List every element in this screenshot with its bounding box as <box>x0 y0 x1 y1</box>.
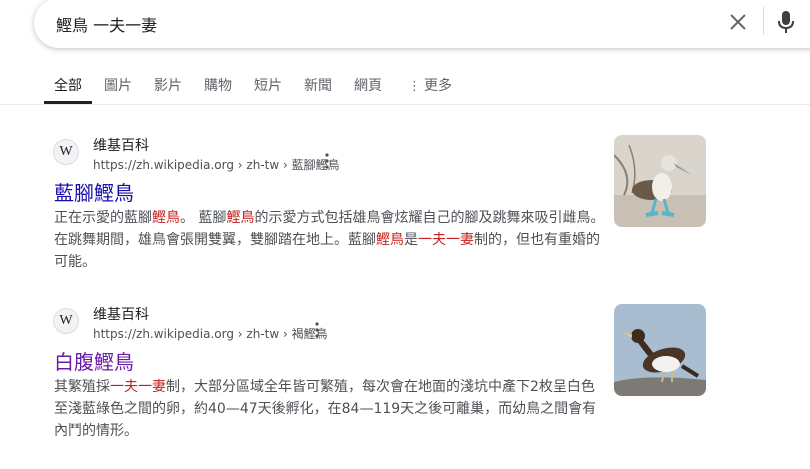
more-vert-icon[interactable] <box>321 152 333 170</box>
search-bar[interactable]: 鰹鳥 一夫一妻 <box>34 0 810 48</box>
search-input[interactable]: 鰹鳥 一夫一妻 <box>56 12 157 36</box>
mic-icon[interactable] <box>776 10 796 34</box>
snippet-text: 是 <box>404 232 418 248</box>
snippet-highlight: 一夫一妻 <box>418 232 474 248</box>
wikipedia-favicon: W <box>53 139 79 165</box>
snippet-highlight: 一夫一妻 <box>110 379 166 395</box>
tab-web[interactable]: 網頁 <box>354 75 382 95</box>
more-vert-icon: ⋮ <box>408 79 421 94</box>
search-divider <box>763 7 764 35</box>
active-tab-indicator <box>44 101 92 104</box>
bird-image <box>614 135 706 227</box>
result-site-name[interactable]: 维基百科 <box>93 304 149 324</box>
snippet-text: 其繁殖採 <box>54 379 110 395</box>
brown-booby-thumbnail[interactable] <box>614 304 706 396</box>
tab-shopping[interactable]: 購物 <box>204 75 232 95</box>
close-icon[interactable] <box>727 11 749 33</box>
snippet-highlight: 鰹鳥 <box>152 210 180 226</box>
result-title[interactable]: 藍腳鰹鳥 <box>54 177 134 206</box>
tab-all[interactable]: 全部 <box>54 75 82 95</box>
result-snippet: 其繁殖採一夫一妻制，大部分區域全年皆可繁殖，每次會在地面的淺坑中產下2枚呈白色至… <box>54 376 606 442</box>
search-result: W 维基百科 https://zh.wikipedia.org › zh-tw … <box>53 135 613 275</box>
tab-images[interactable]: 圖片 <box>104 75 132 95</box>
tab-news[interactable]: 新聞 <box>304 75 332 95</box>
bird-image <box>614 304 706 396</box>
snippet-highlight: 鰹鳥 <box>226 210 255 226</box>
result-url[interactable]: https://zh.wikipedia.org › zh-tw › 藍腳鰹鳥 <box>93 156 340 173</box>
tab-more[interactable]: ⋮ 更多 <box>408 75 452 95</box>
result-snippet: 正在示愛的藍腳鰹鳥。 藍腳鰹鳥的示愛方式包括雄鳥會炫耀自己的腳及跳舞來吸引雌鳥。… <box>54 207 606 273</box>
search-result: W 维基百科 https://zh.wikipedia.org › zh-tw … <box>53 304 613 444</box>
tab-short-videos[interactable]: 短片 <box>254 75 282 95</box>
more-vert-icon[interactable] <box>311 321 323 339</box>
result-site-name[interactable]: 维基百科 <box>93 135 149 155</box>
result-url[interactable]: https://zh.wikipedia.org › zh-tw › 褐鰹鳥 <box>93 325 328 342</box>
blue-footed-booby-thumbnail[interactable] <box>614 135 706 227</box>
search-tabs: 全部 圖片 影片 購物 短片 新聞 網頁 ⋮ 更多 <box>0 66 810 105</box>
snippet-highlight: 鰹鳥 <box>376 232 404 248</box>
snippet-text: 。 藍腳 <box>180 210 227 226</box>
tab-more-label: 更多 <box>424 78 452 94</box>
tab-videos[interactable]: 影片 <box>154 75 182 95</box>
wikipedia-favicon: W <box>53 308 79 334</box>
result-title[interactable]: 白腹鰹鳥 <box>54 346 134 375</box>
snippet-text: 正在示愛的藍腳 <box>54 210 152 226</box>
